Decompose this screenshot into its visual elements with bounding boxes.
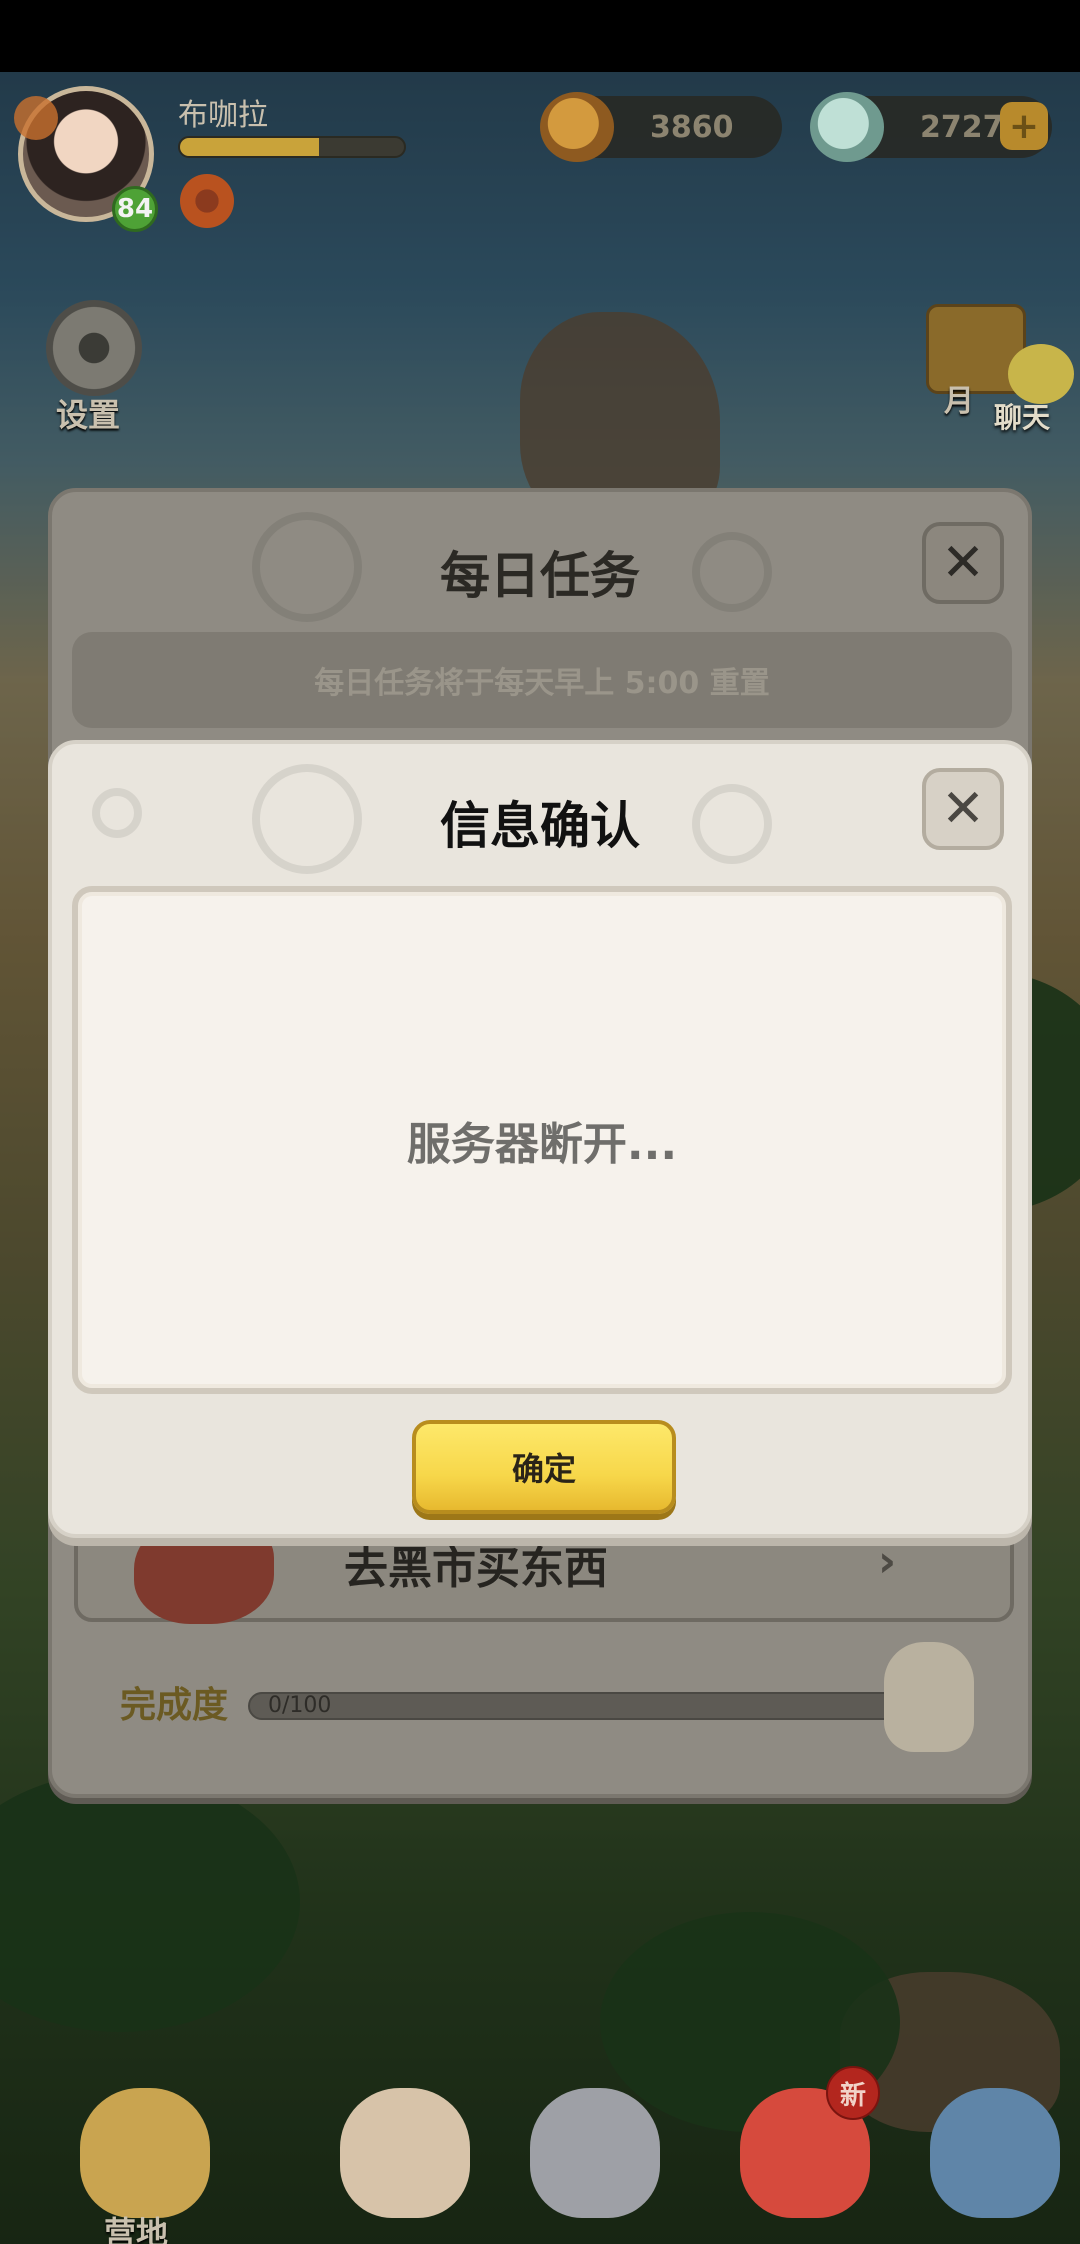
avatar-frame-badge-icon bbox=[14, 96, 58, 140]
close-icon: ✕ bbox=[941, 533, 985, 593]
confirm-button[interactable]: 确定 bbox=[412, 1420, 676, 1514]
confirm-dialog-close-button[interactable]: ✕ bbox=[922, 768, 1004, 850]
completion-progress-text: 0/100 bbox=[268, 1693, 332, 1718]
experience-bar bbox=[178, 136, 406, 158]
nav-map[interactable] bbox=[890, 2088, 1080, 2244]
chat-label: 聊天 bbox=[994, 401, 1051, 434]
hero-face-icon bbox=[340, 2088, 470, 2218]
task-label: 去黑市买东西 bbox=[344, 1543, 608, 1594]
experience-fill bbox=[180, 138, 319, 156]
settings-label: 设置 bbox=[56, 396, 121, 434]
completion-progress-bar: 0/100 bbox=[248, 1692, 908, 1720]
gem-counter[interactable]: 272768 + bbox=[810, 92, 1052, 162]
sword-icon bbox=[530, 2088, 660, 2218]
message-box: 服务器断开... bbox=[72, 886, 1012, 1394]
gold-coin-icon bbox=[540, 92, 614, 162]
close-icon: ✕ bbox=[941, 779, 985, 839]
daily-reset-notice: 每日任务将于每天早上 5:00 重置 bbox=[72, 632, 1012, 728]
daily-tasks-close-button[interactable]: ✕ bbox=[922, 522, 1004, 604]
settings-button[interactable]: 设置 bbox=[38, 300, 144, 434]
confirm-dialog-title: 信息确认 bbox=[440, 797, 640, 855]
nav-battle[interactable] bbox=[490, 2088, 690, 2244]
gold-counter[interactable]: 3860 bbox=[540, 92, 782, 162]
rank-badge-icon[interactable] bbox=[180, 174, 234, 228]
status-bar bbox=[0, 0, 1080, 72]
nav-hero[interactable] bbox=[300, 2088, 500, 2244]
monthly-card-label: 月 bbox=[944, 384, 974, 419]
message-text: 服务器断开... bbox=[406, 1119, 678, 1170]
gear-icon bbox=[46, 300, 142, 396]
nav-camp[interactable]: 营地 bbox=[40, 2088, 240, 2244]
gem-stone-icon bbox=[810, 92, 884, 162]
completion-label: 完成度 bbox=[120, 1685, 229, 1726]
add-gems-button[interactable]: + bbox=[1000, 102, 1048, 150]
daily-tasks-title: 每日任务 bbox=[440, 547, 640, 605]
chevron-right-icon: › bbox=[878, 1536, 897, 1587]
player-level-badge: 84 bbox=[112, 186, 158, 232]
pointing-finger-icon bbox=[884, 1642, 974, 1752]
camp-hut-icon bbox=[80, 2088, 210, 2218]
new-badge: 新 bbox=[826, 2066, 880, 2120]
chat-button[interactable]: 聊天 bbox=[990, 340, 1080, 434]
confirm-dialog: 信息确认 ✕ 服务器断开... 确定 bbox=[48, 740, 1032, 1538]
gold-amount: 3860 bbox=[650, 109, 734, 145]
nav-camp-label: 营地 bbox=[104, 2214, 169, 2244]
map-scroll-icon bbox=[930, 2088, 1060, 2218]
chat-bubble-icon bbox=[1008, 344, 1074, 404]
bottom-navigation: 营地 bbox=[0, 2088, 1080, 2244]
player-name: 布咖拉 bbox=[178, 98, 268, 133]
